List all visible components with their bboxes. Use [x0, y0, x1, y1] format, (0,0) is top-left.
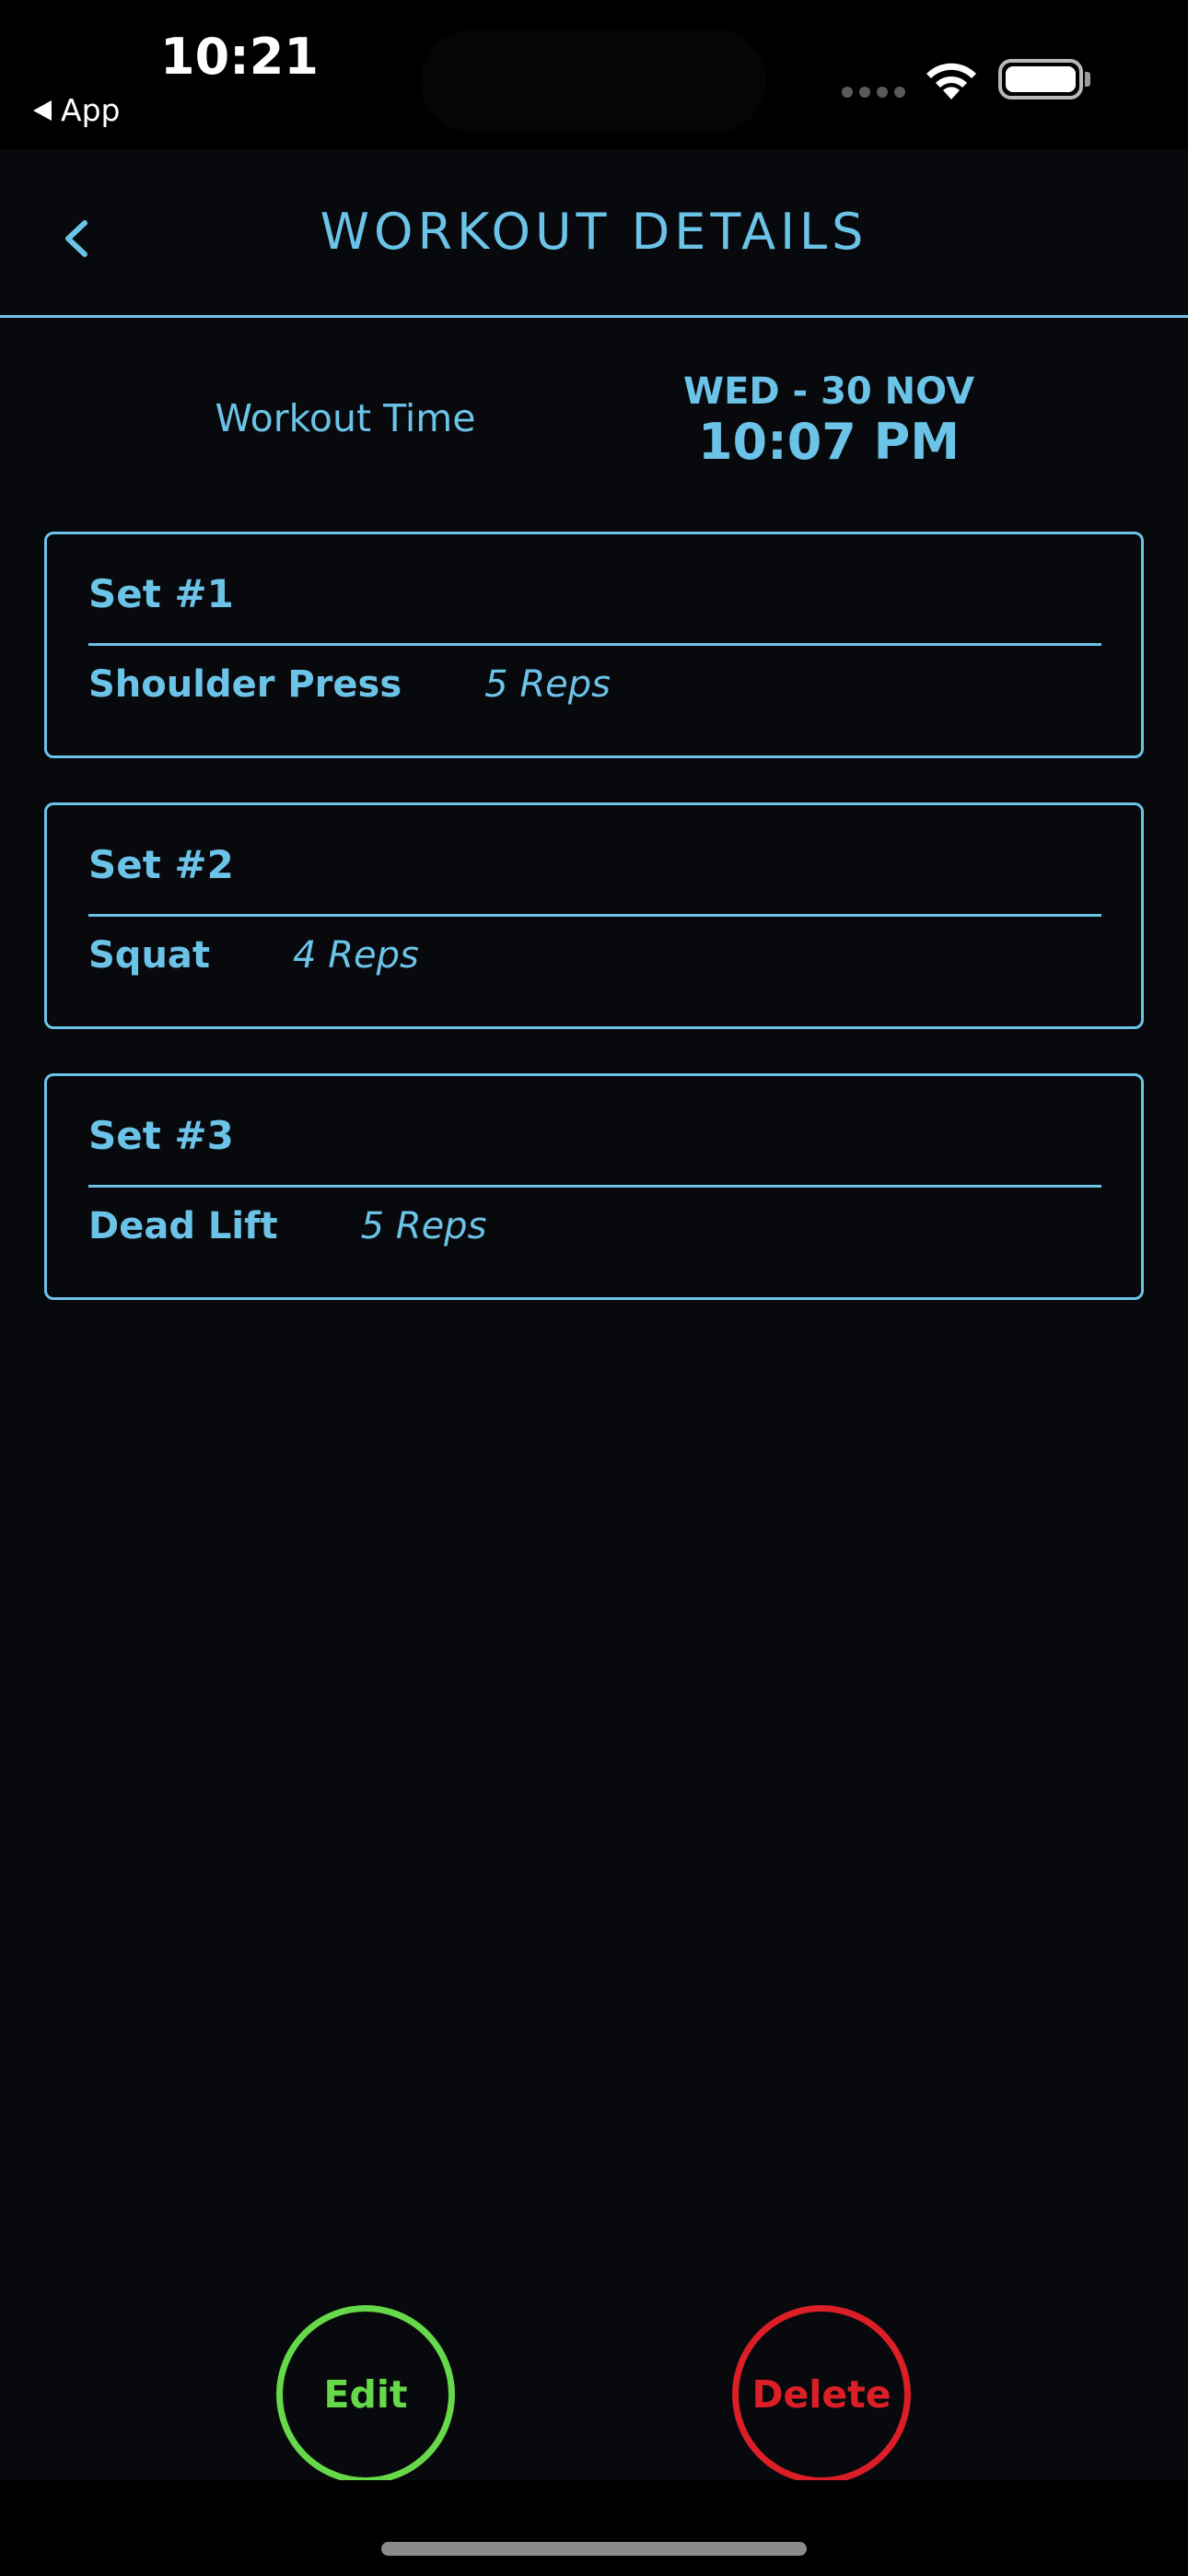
battery-cap	[1085, 72, 1090, 87]
home-indicator[interactable]	[381, 2542, 807, 2556]
back-to-app-link[interactable]: App	[33, 92, 120, 128]
set-card: Set #3 Dead Lift 5 Reps	[44, 1073, 1144, 1300]
set-row: Dead Lift 5 Reps	[88, 1205, 486, 1247]
set-card: Set #1 Shoulder Press 5 Reps	[44, 532, 1144, 758]
workout-date: WED - 30 NOV	[682, 370, 975, 413]
workout-time-label: Workout Time	[215, 396, 476, 440]
set-exercise: Shoulder Press	[88, 663, 402, 706]
set-reps: 5 Reps	[360, 1205, 487, 1247]
delete-button[interactable]: Delete	[732, 2305, 911, 2484]
set-card: Set #2 Squat 4 Reps	[44, 802, 1144, 1029]
set-title: Set #2	[88, 842, 234, 887]
wifi-icon	[926, 63, 976, 100]
set-divider	[88, 643, 1101, 646]
workout-time-value: 10:07 PM	[697, 413, 960, 471]
back-to-app-label: App	[61, 92, 121, 128]
home-indicator-area	[0, 2480, 1188, 2576]
set-exercise: Dead Lift	[88, 1205, 278, 1247]
workout-details-screen: 10:21 App WORKOUT DETAILS Workout Time W…	[0, 0, 1188, 2576]
set-divider	[88, 914, 1101, 917]
edit-button[interactable]: Edit	[276, 2305, 455, 2484]
status-bar: 10:21 App	[0, 0, 1188, 149]
set-reps: 4 Reps	[293, 934, 419, 977]
status-time: 10:21	[160, 28, 319, 86]
set-row: Shoulder Press 5 Reps	[88, 663, 611, 706]
signal-icon	[842, 87, 905, 98]
battery-icon	[998, 59, 1083, 100]
back-triangle-icon	[33, 100, 52, 121]
set-title: Set #1	[88, 571, 234, 616]
set-reps: 5 Reps	[484, 663, 611, 706]
set-divider	[88, 1185, 1101, 1188]
set-row: Squat 4 Reps	[88, 934, 419, 977]
set-title: Set #3	[88, 1113, 234, 1158]
page-title: WORKOUT DETAILS	[320, 203, 868, 261]
set-exercise: Squat	[88, 934, 211, 977]
navigation-bar: WORKOUT DETAILS	[0, 160, 1188, 318]
dynamic-island	[421, 29, 766, 133]
